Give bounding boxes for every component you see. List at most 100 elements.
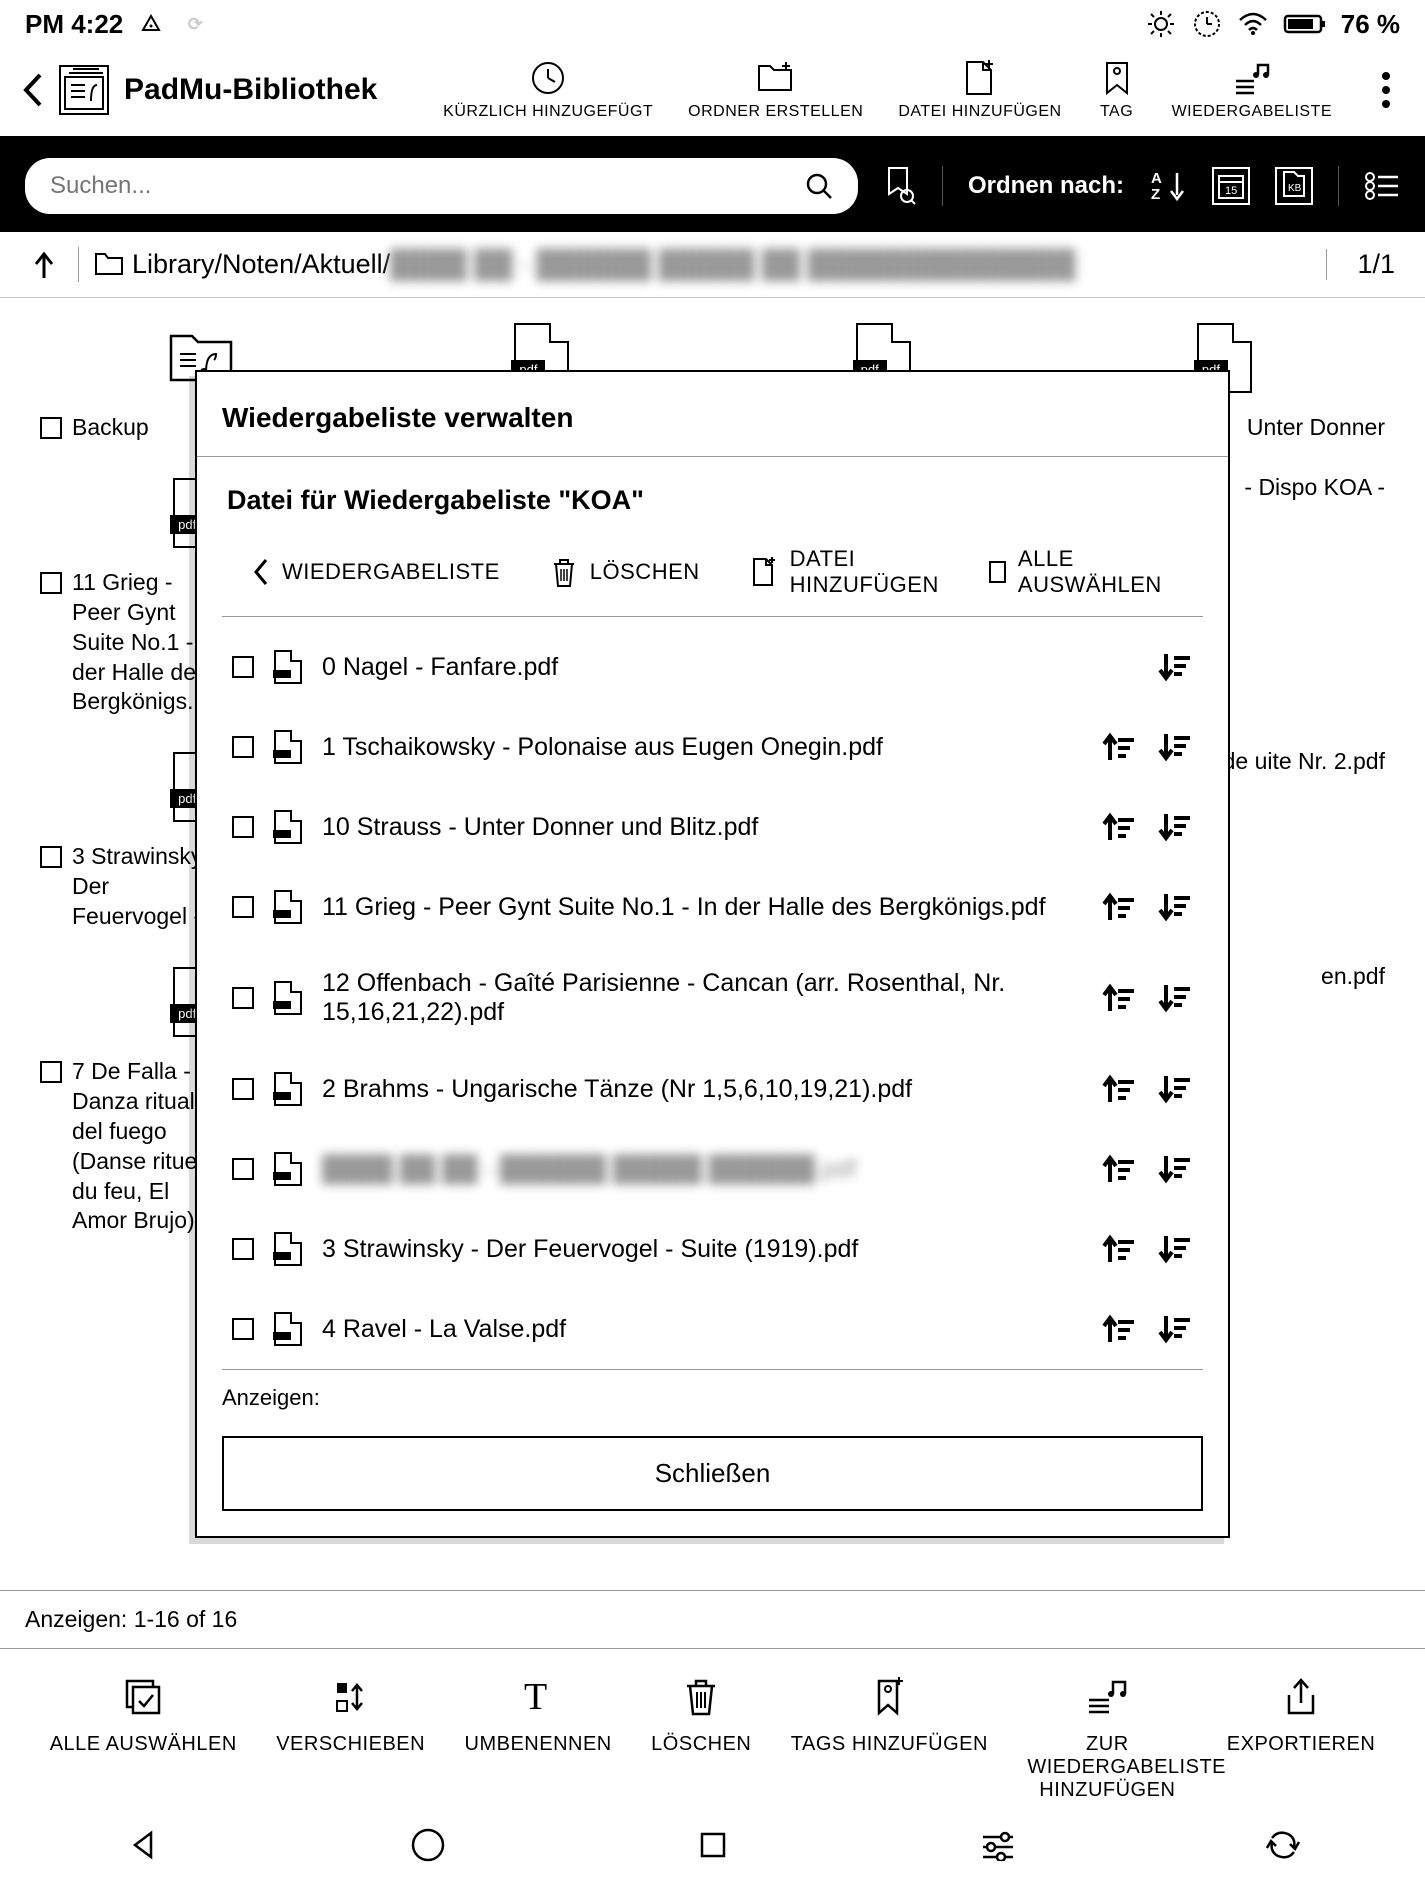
delete-button[interactable]: LÖSCHEN [651, 1675, 751, 1802]
move-button[interactable]: VERSCHIEBEN [276, 1675, 425, 1802]
playlist-item-name[interactable]: 0 Nagel - Fanfare.pdf [322, 653, 1137, 682]
status-time: PM 4:22 [25, 9, 123, 40]
search-icon[interactable] [805, 172, 833, 200]
view-options-icon[interactable] [1364, 171, 1400, 201]
anzeigen-label: Anzeigen: [222, 1369, 1203, 1426]
checkbox[interactable] [232, 656, 254, 678]
move-down-button[interactable] [1157, 980, 1193, 1016]
move-down-button[interactable] [1157, 1231, 1193, 1267]
svg-text:T: T [524, 1677, 547, 1717]
folder-icon [94, 252, 124, 278]
move-up-button[interactable] [1101, 980, 1137, 1016]
nav-home-button[interactable] [408, 1825, 448, 1865]
move-up-button[interactable] [1101, 889, 1137, 925]
file-pdf-icon [274, 890, 302, 924]
checkbox[interactable] [232, 1078, 254, 1100]
playlist-item-name[interactable]: 3 Strawinsky - Der Feuervogel - Suite (1… [322, 1235, 1081, 1264]
select-all-button[interactable]: ALLE AUSWÄHLEN [50, 1675, 237, 1802]
playlist-item: 3 Strawinsky - Der Feuervogel - Suite (1… [222, 1209, 1203, 1289]
move-down-button[interactable] [1157, 729, 1193, 765]
move-up-button[interactable] [1101, 1071, 1137, 1107]
tag-search-icon[interactable] [883, 166, 917, 206]
svg-text:A: A [1151, 170, 1162, 187]
create-folder-button[interactable]: ORDNER ERSTELLEN [688, 58, 863, 121]
playlist-item-name[interactable]: 4 Ravel - La Valse.pdf [322, 1315, 1081, 1344]
playlist-item-name[interactable]: 11 Grieg - Peer Gynt Suite No.1 - In der… [322, 893, 1081, 922]
checkbox[interactable] [232, 1158, 254, 1180]
move-down-button[interactable] [1157, 1151, 1193, 1187]
playlist-back-button[interactable]: WIEDERGABELISTE [252, 557, 525, 587]
playlist-item: 10 Strauss - Unter Donner und Blitz.pdf [222, 787, 1203, 867]
playlist-icon [1085, 1675, 1129, 1719]
move-down-button[interactable] [1157, 809, 1193, 845]
file-plus-icon [960, 58, 1000, 98]
more-menu-button[interactable] [1367, 72, 1405, 108]
add-file-button[interactable]: DATEI HINZUFÜGEN [725, 546, 964, 598]
playlist-list: 0 Nagel - Fanfare.pdf 1 Tschaikowsky - Po… [197, 617, 1228, 1369]
checkbox[interactable] [232, 816, 254, 838]
modal-subtitle: Datei für Wiedergabeliste "KOA" [197, 457, 1228, 536]
move-down-button[interactable] [1157, 1071, 1193, 1107]
breadcrumb-up-button[interactable] [30, 250, 58, 280]
checkbox[interactable] [40, 417, 62, 439]
checkbox[interactable] [232, 1238, 254, 1260]
library-icon [59, 65, 109, 115]
move-up-button[interactable] [1101, 729, 1137, 765]
sort-az-icon[interactable]: AZ [1149, 169, 1187, 203]
playlist-item-name[interactable]: ████ ██ ██ - ██████ █████ ██████.pdf [322, 1155, 1081, 1184]
breadcrumb-path[interactable]: Library/Noten/Aktuell/ [132, 249, 390, 280]
nav-settings-button[interactable] [978, 1825, 1018, 1865]
playlist-button[interactable]: WIEDERGABELISTE [1172, 58, 1332, 121]
playlist-modal: Wiedergabeliste verwalten Datei für Wied… [195, 370, 1230, 1538]
move-down-button[interactable] [1157, 1311, 1193, 1347]
tag-icon [1097, 58, 1137, 98]
move-down-button[interactable] [1157, 649, 1193, 685]
add-file-button[interactable]: DATEI HINZUFÜGEN [898, 58, 1061, 121]
checkbox[interactable] [232, 896, 254, 918]
checkbox-icon [989, 561, 1006, 583]
breadcrumb: Library/Noten/Aktuell/ ████ ██ - ██████ … [0, 232, 1425, 298]
tag-button[interactable]: TAG [1097, 58, 1137, 121]
playlist-item: 4 Ravel - La Valse.pdf [222, 1289, 1203, 1369]
nav-recent-button[interactable] [693, 1825, 733, 1865]
playlist-item-name[interactable]: 2 Brahms - Ungarische Tänze (Nr 1,5,6,10… [322, 1075, 1081, 1104]
svg-text:Z: Z [1151, 186, 1160, 203]
to-playlist-button[interactable]: ZUR WIEDERGABELISTE HINZUFÜGEN [1027, 1675, 1187, 1802]
rename-button[interactable]: T UMBENENNEN [465, 1675, 612, 1802]
nav-back-button[interactable] [123, 1825, 163, 1865]
page-indicator: 1/1 [1326, 249, 1395, 280]
move-up-button[interactable] [1101, 1151, 1137, 1187]
checkbox[interactable] [40, 1061, 62, 1083]
checkbox[interactable] [40, 572, 62, 594]
recent-button[interactable]: KÜRZLICH HINZUGEFÜGT [443, 58, 653, 121]
checkbox[interactable] [232, 736, 254, 758]
close-button[interactable]: Schließen [222, 1436, 1203, 1511]
nav-refresh-button[interactable] [1263, 1825, 1303, 1865]
move-up-button[interactable] [1101, 1231, 1137, 1267]
checkbox[interactable] [232, 987, 254, 1009]
clock-icon [528, 58, 568, 98]
delete-button[interactable]: LÖSCHEN [525, 556, 725, 588]
move-up-button[interactable] [1101, 809, 1137, 845]
checkbox[interactable] [232, 1318, 254, 1340]
move-down-button[interactable] [1157, 889, 1193, 925]
sort-label: Ordnen nach: [968, 172, 1124, 200]
playlist-item-name[interactable]: 10 Strauss - Unter Donner und Blitz.pdf [322, 813, 1081, 842]
add-tags-button[interactable]: TAGS HINZUFÜGEN [791, 1675, 988, 1802]
playlist-item: 2 Brahms - Ungarische Tänze (Nr 1,5,6,10… [222, 1049, 1203, 1129]
move-up-button[interactable] [1101, 1311, 1137, 1347]
search-input[interactable] [50, 172, 805, 200]
file-pdf-icon [274, 1312, 302, 1346]
search-input-wrap[interactable] [25, 158, 858, 214]
export-button[interactable]: EXPORTIEREN [1227, 1675, 1376, 1802]
select-all-button[interactable]: ALLE AUSWÄHLEN [964, 546, 1192, 598]
export-icon [1279, 1675, 1323, 1719]
checkbox[interactable] [40, 846, 62, 868]
playlist-item-name[interactable]: 1 Tschaikowsky - Polonaise aus Eugen One… [322, 733, 1081, 762]
sort-size-icon[interactable]: KB [1275, 167, 1313, 205]
cloud-icon [135, 8, 167, 40]
back-button[interactable] [20, 71, 44, 109]
tag-plus-icon [867, 1675, 911, 1719]
sort-date-icon[interactable]: 15 [1212, 167, 1250, 205]
playlist-item-name[interactable]: 12 Offenbach - Gaîté Parisienne - Cancan… [322, 969, 1081, 1027]
